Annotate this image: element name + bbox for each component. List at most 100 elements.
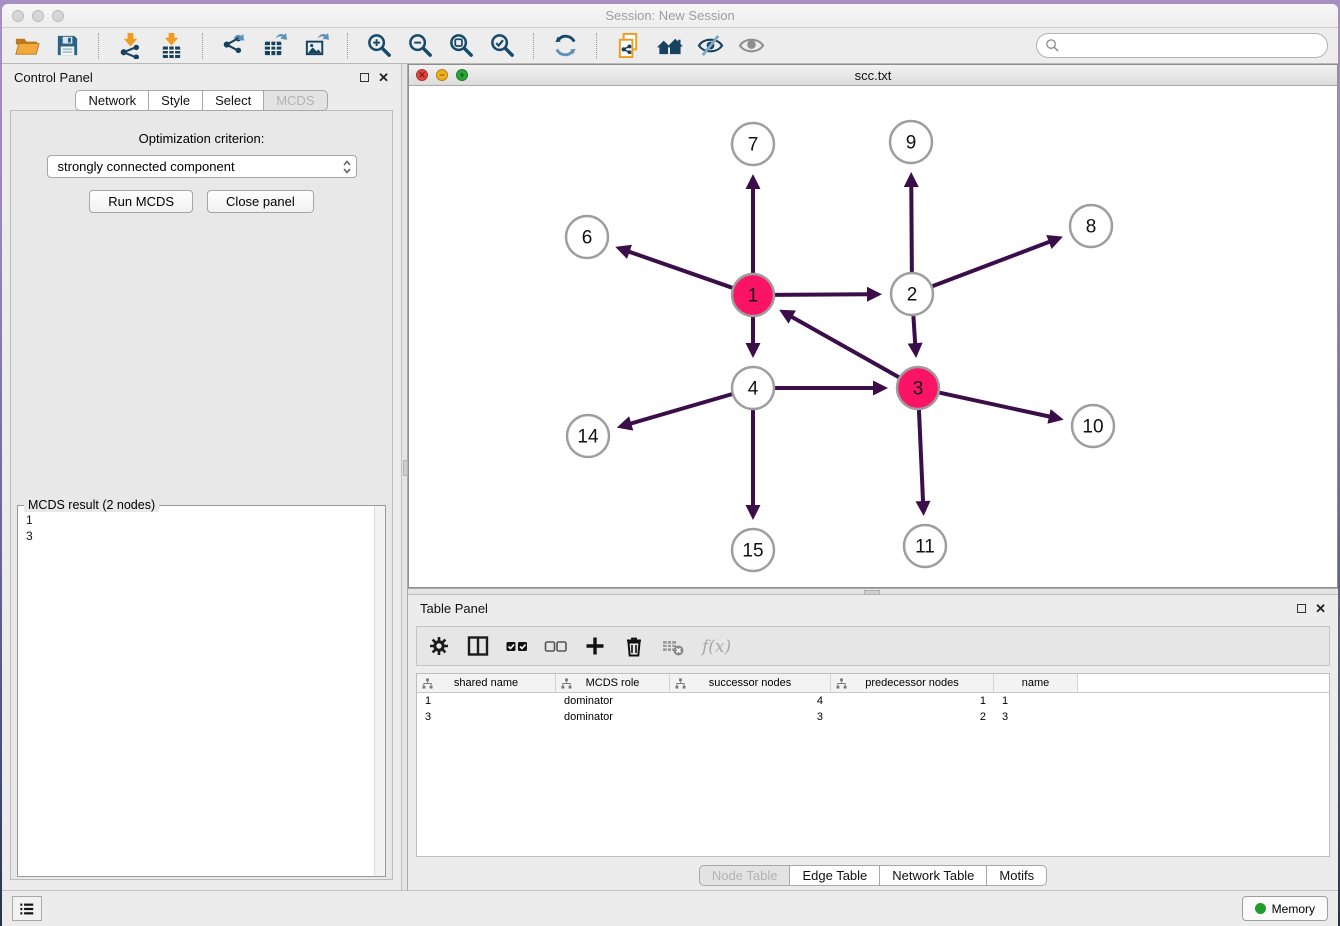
search-input[interactable] bbox=[1065, 39, 1319, 53]
tab-style[interactable]: Style bbox=[149, 90, 203, 111]
clone-network-button[interactable] bbox=[614, 32, 642, 60]
close-panel-icon[interactable]: ✕ bbox=[378, 71, 389, 84]
tab-mcds[interactable]: MCDS bbox=[264, 90, 327, 111]
zoom-in-icon bbox=[366, 32, 393, 59]
table-row[interactable]: 1dominator411 bbox=[417, 693, 1329, 709]
edge-1-6[interactable] bbox=[628, 251, 734, 288]
edge-3-1[interactable] bbox=[790, 316, 899, 378]
export-table-button[interactable] bbox=[261, 32, 289, 60]
arrowhead-icon bbox=[617, 416, 633, 430]
table-cell: 3 bbox=[417, 711, 556, 723]
table-cell: 1 bbox=[831, 695, 994, 707]
mcds-result-label: MCDS result (2 nodes) bbox=[24, 498, 159, 512]
edge-2-8[interactable] bbox=[932, 241, 1051, 286]
tab-network[interactable]: Network bbox=[75, 90, 149, 111]
tab-network-table[interactable]: Network Table bbox=[880, 865, 987, 886]
import-table-button[interactable] bbox=[157, 32, 185, 60]
node-table: shared nameMCDS rolesuccessor nodesprede… bbox=[416, 673, 1330, 857]
network-zoom-button[interactable]: + bbox=[456, 69, 468, 81]
select-all-button[interactable] bbox=[505, 634, 529, 658]
save-session-button[interactable] bbox=[53, 32, 81, 60]
table-panel-title: Table Panel bbox=[420, 601, 488, 616]
table-toolbar bbox=[416, 626, 1330, 666]
zoom-in-button[interactable] bbox=[365, 32, 393, 60]
zoom-fit-button[interactable] bbox=[447, 32, 475, 60]
table-cell: 3 bbox=[994, 711, 1078, 723]
control-panel-tabs: NetworkStyleSelectMCDS bbox=[2, 90, 401, 111]
stepper-icon bbox=[342, 158, 352, 176]
close-table-panel-icon[interactable]: ✕ bbox=[1315, 602, 1326, 615]
tab-edge-table[interactable]: Edge Table bbox=[790, 865, 880, 886]
column-header-shared-name[interactable]: shared name bbox=[417, 674, 556, 692]
float-panel-icon[interactable] bbox=[360, 73, 369, 82]
export-image-icon bbox=[303, 32, 330, 59]
export-network-button[interactable] bbox=[220, 32, 248, 60]
arrowhead-icon bbox=[615, 245, 632, 259]
open-session-button[interactable] bbox=[12, 32, 40, 60]
network-close-button[interactable]: ✕ bbox=[416, 69, 428, 81]
column-header-predecessor-nodes[interactable]: predecessor nodes bbox=[831, 674, 994, 692]
search-box[interactable] bbox=[1036, 33, 1328, 58]
zoom-out-icon bbox=[407, 32, 434, 59]
hide-selected-button[interactable] bbox=[696, 32, 724, 60]
delete-table-icon bbox=[661, 634, 685, 658]
network-minimize-button[interactable]: − bbox=[436, 69, 448, 81]
column-header-successor-nodes[interactable]: successor nodes bbox=[670, 674, 831, 692]
tab-node-table[interactable]: Node Table bbox=[699, 865, 791, 886]
run-mcds-button[interactable]: Run MCDS bbox=[89, 190, 193, 213]
result-scrollbar[interactable] bbox=[374, 506, 385, 876]
tree-icon bbox=[422, 678, 433, 689]
mcds-result-text: 13 bbox=[18, 506, 374, 876]
unselect-all-icon bbox=[544, 634, 568, 658]
zoom-selected-button[interactable] bbox=[488, 32, 516, 60]
delete-column-button[interactable] bbox=[622, 634, 646, 658]
float-table-panel-icon[interactable] bbox=[1297, 604, 1306, 613]
task-history-button[interactable] bbox=[12, 896, 42, 921]
column-header-name[interactable]: name bbox=[994, 674, 1078, 692]
add-column-button[interactable] bbox=[583, 634, 607, 658]
arrowhead-icon bbox=[746, 343, 761, 358]
show-all-button[interactable] bbox=[737, 32, 765, 60]
edge-1-2[interactable] bbox=[774, 294, 869, 295]
edge-2-9[interactable] bbox=[911, 185, 912, 273]
home-button[interactable] bbox=[655, 32, 683, 60]
arrowhead-icon bbox=[916, 501, 931, 516]
zoom-out-button[interactable] bbox=[406, 32, 434, 60]
refresh-button[interactable] bbox=[551, 32, 579, 60]
vertical-splitter[interactable] bbox=[401, 64, 408, 890]
save-session-icon bbox=[54, 32, 81, 59]
node-label: 4 bbox=[748, 379, 759, 400]
main-toolbar bbox=[2, 28, 1338, 64]
toolbar-separator bbox=[202, 33, 203, 59]
add-column-icon bbox=[583, 634, 607, 658]
edge-3-11[interactable] bbox=[919, 409, 923, 503]
import-network-button[interactable] bbox=[116, 32, 144, 60]
node-label: 14 bbox=[577, 427, 599, 448]
tab-select[interactable]: Select bbox=[203, 90, 264, 111]
toolbar-separator bbox=[98, 33, 99, 59]
memory-button[interactable]: Memory bbox=[1242, 896, 1328, 921]
node-label: 8 bbox=[1086, 217, 1097, 238]
column-label: predecessor nodes bbox=[831, 677, 993, 689]
table-cell: 4 bbox=[670, 695, 831, 707]
optimization-criterion-dropdown[interactable]: strongly connected component bbox=[47, 155, 357, 178]
select-all-icon bbox=[505, 634, 529, 658]
tab-motifs[interactable]: Motifs bbox=[987, 865, 1047, 886]
toggle-panels-button[interactable] bbox=[466, 634, 490, 658]
network-canvas[interactable]: 1234678910111415 bbox=[409, 86, 1337, 587]
settings-button[interactable] bbox=[427, 634, 451, 658]
node-label: 6 bbox=[582, 228, 593, 249]
table-row[interactable]: 3dominator323 bbox=[417, 709, 1329, 725]
column-header-MCDS-role[interactable]: MCDS role bbox=[556, 674, 670, 692]
close-panel-button[interactable]: Close panel bbox=[207, 190, 314, 213]
edge-3-10[interactable] bbox=[939, 392, 1051, 416]
settings-icon bbox=[427, 634, 451, 658]
table-header-row: shared nameMCDS rolesuccessor nodesprede… bbox=[417, 674, 1329, 693]
horizontal-splitter[interactable] bbox=[408, 588, 1338, 595]
home-icon bbox=[656, 32, 683, 59]
unselect-all-button[interactable] bbox=[544, 634, 568, 658]
node-label: 3 bbox=[913, 379, 924, 400]
edge-2-3[interactable] bbox=[913, 315, 915, 345]
export-image-button[interactable] bbox=[302, 32, 330, 60]
edge-4-14[interactable] bbox=[629, 394, 733, 424]
